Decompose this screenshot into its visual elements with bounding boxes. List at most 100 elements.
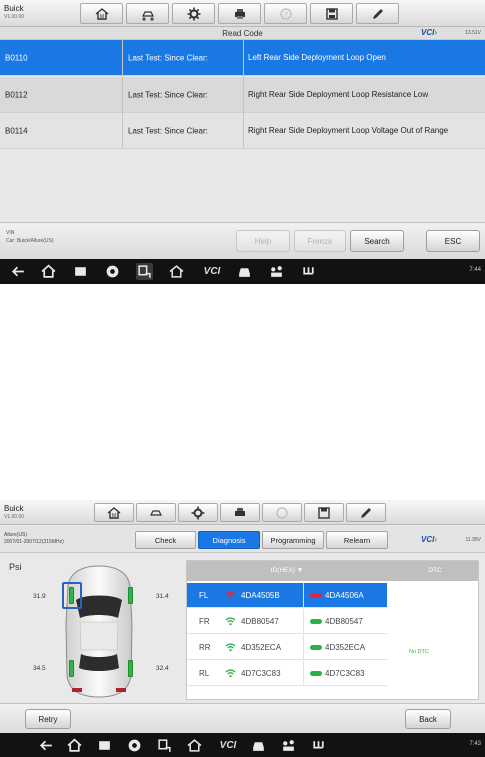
settings-button[interactable] <box>178 503 218 522</box>
table-row[interactable]: RL 4D7C3C83 4D7C3C83 <box>187 661 387 686</box>
home-icon[interactable] <box>40 263 57 280</box>
vci-connect-icon[interactable] <box>300 263 317 280</box>
home-icon[interactable] <box>66 737 83 754</box>
help-tool-button[interactable] <box>262 503 302 522</box>
pressure-fr: 31.4 <box>156 593 169 600</box>
car-icon[interactable] <box>250 737 267 754</box>
edit-button[interactable] <box>356 3 399 24</box>
vehicle-make: Buick <box>4 4 24 13</box>
home-icon: M <box>107 506 121 519</box>
maxisys-home-icon[interactable] <box>168 263 185 280</box>
remote-support-icon[interactable] <box>280 737 297 754</box>
table-row[interactable]: FL 4DA4505B 4DA4506A <box>187 583 387 608</box>
browser-icon[interactable] <box>104 263 121 280</box>
page-title: Read Code <box>222 29 263 38</box>
title-bar: Read Code VCI› 13.51V <box>0 27 485 40</box>
print-button[interactable] <box>220 503 260 522</box>
tab-check[interactable]: Check <box>135 531 196 549</box>
dtc-code: B0112 <box>5 90 28 99</box>
pressure-fl: 31.9 <box>33 593 46 600</box>
id-column-header[interactable]: ID(HEX) ▼ <box>187 567 387 574</box>
sensor-id-read: 4D352ECA <box>241 643 282 652</box>
table-row[interactable]: FR 4DB80547 4DB80547 <box>187 609 387 634</box>
dtc-status: Last Test: Since Clear: <box>128 90 208 99</box>
vin-label: VIN <box>6 230 15 236</box>
dtc-status: Last Test: Since Clear: <box>128 126 208 135</box>
car-info: Allure(US) 2007/01-2007/12(315MHz) <box>4 532 64 546</box>
vehicle-swap-icon <box>141 10 154 21</box>
vci-connect-icon[interactable] <box>310 737 327 754</box>
tire-icon <box>310 645 322 650</box>
sensor-position: RR <box>199 643 211 652</box>
tab-diagnosis[interactable]: Diagnosis <box>198 531 260 549</box>
esc-button[interactable]: ESC <box>426 230 480 252</box>
recent-apps-icon[interactable] <box>96 737 113 754</box>
sensor-id-read: 4D7C3C83 <box>241 669 281 678</box>
printer-icon <box>235 507 245 516</box>
help-tool-button[interactable]: ? <box>264 3 307 24</box>
back-button[interactable]: Back <box>405 709 451 729</box>
back-icon[interactable] <box>38 737 55 754</box>
dtc-code: B0114 <box>5 126 28 135</box>
dtc-description: Right Rear Side Deployment Loop Resistan… <box>248 89 429 99</box>
home-button[interactable]: M <box>94 503 134 522</box>
vehicle-swap-button[interactable] <box>126 3 169 24</box>
software-version: V1.00.00 <box>4 514 25 520</box>
edit-button[interactable] <box>346 503 386 522</box>
screenshot-icon[interactable] <box>156 737 173 754</box>
remote-support-icon[interactable] <box>268 263 285 280</box>
vehicle-swap-button[interactable] <box>136 503 176 522</box>
software-version: V1.00.00 <box>4 14 25 20</box>
vci-shortcut-icon[interactable]: VCI <box>216 737 240 754</box>
vci-label: VCI <box>420 28 435 37</box>
help-button[interactable]: Help <box>236 230 290 252</box>
tire-rr-indicator <box>128 660 133 677</box>
recent-apps-icon[interactable] <box>72 263 89 280</box>
svg-text:M: M <box>112 513 116 519</box>
signal-icon <box>225 591 236 600</box>
table-row[interactable]: RR 4D352ECA 4D352ECA <box>187 635 387 660</box>
freeze-button[interactable]: Freeze <box>294 230 346 252</box>
maxisys-home-icon[interactable] <box>186 737 203 754</box>
save-icon <box>318 506 330 519</box>
help-icon: ? <box>279 7 292 20</box>
car-icon[interactable] <box>236 263 253 280</box>
car-label: Car: Buick/Allure(US) <box>6 238 54 244</box>
vehicle-make: Buick <box>4 504 24 513</box>
help-icon <box>276 506 288 519</box>
save-button[interactable] <box>310 3 353 24</box>
sensor-id-saved: 4D7C3C83 <box>325 669 365 678</box>
bottom-bar: VIN Car: Buick/Allure(US) Help Freeze Se… <box>0 222 485 259</box>
browser-icon[interactable] <box>126 737 143 754</box>
print-button[interactable] <box>218 3 261 24</box>
battery-voltage: 13.51V <box>465 30 481 36</box>
screenshot-icon[interactable] <box>136 263 153 280</box>
vehicle-summary: VIN Car: Buick/Allure(US) <box>6 229 54 245</box>
save-button[interactable] <box>304 503 344 522</box>
column-divider <box>122 40 123 148</box>
sensor-position: FL <box>199 591 209 600</box>
pressure-unit: Psi <box>9 562 22 572</box>
sensor-id-saved: 4D352ECA <box>325 643 366 652</box>
tab-programming[interactable]: Programming <box>262 531 324 549</box>
gear-icon <box>191 506 205 519</box>
search-button[interactable]: Search <box>350 230 404 252</box>
tire-fr-indicator <box>128 587 133 604</box>
read-code-screen: Buick V1.00.00 M ? Read Code VCI› 13.51V… <box>0 0 485 284</box>
cell-divider <box>303 661 304 686</box>
signal-icon <box>225 643 236 652</box>
vci-indicator: VCI› <box>420 535 437 544</box>
android-nav-bar: VCI 7:43 <box>0 733 485 757</box>
home-icon: M <box>95 7 108 20</box>
tab-relearn[interactable]: Relearn <box>326 531 388 549</box>
tire-fl-indicator <box>69 587 74 604</box>
tire-rl-indicator <box>69 660 74 677</box>
retry-button[interactable]: Retry <box>25 709 71 729</box>
bottom-bar: Retry Back <box>0 703 485 733</box>
settings-button[interactable] <box>172 3 215 24</box>
home-button[interactable]: M <box>80 3 123 24</box>
dtc-description: Left Rear Side Deployment Loop Open <box>248 52 386 62</box>
back-icon[interactable] <box>10 263 27 280</box>
pressure-rr: 32.4 <box>156 665 169 672</box>
vci-shortcut-icon[interactable]: VCI <box>200 263 224 280</box>
